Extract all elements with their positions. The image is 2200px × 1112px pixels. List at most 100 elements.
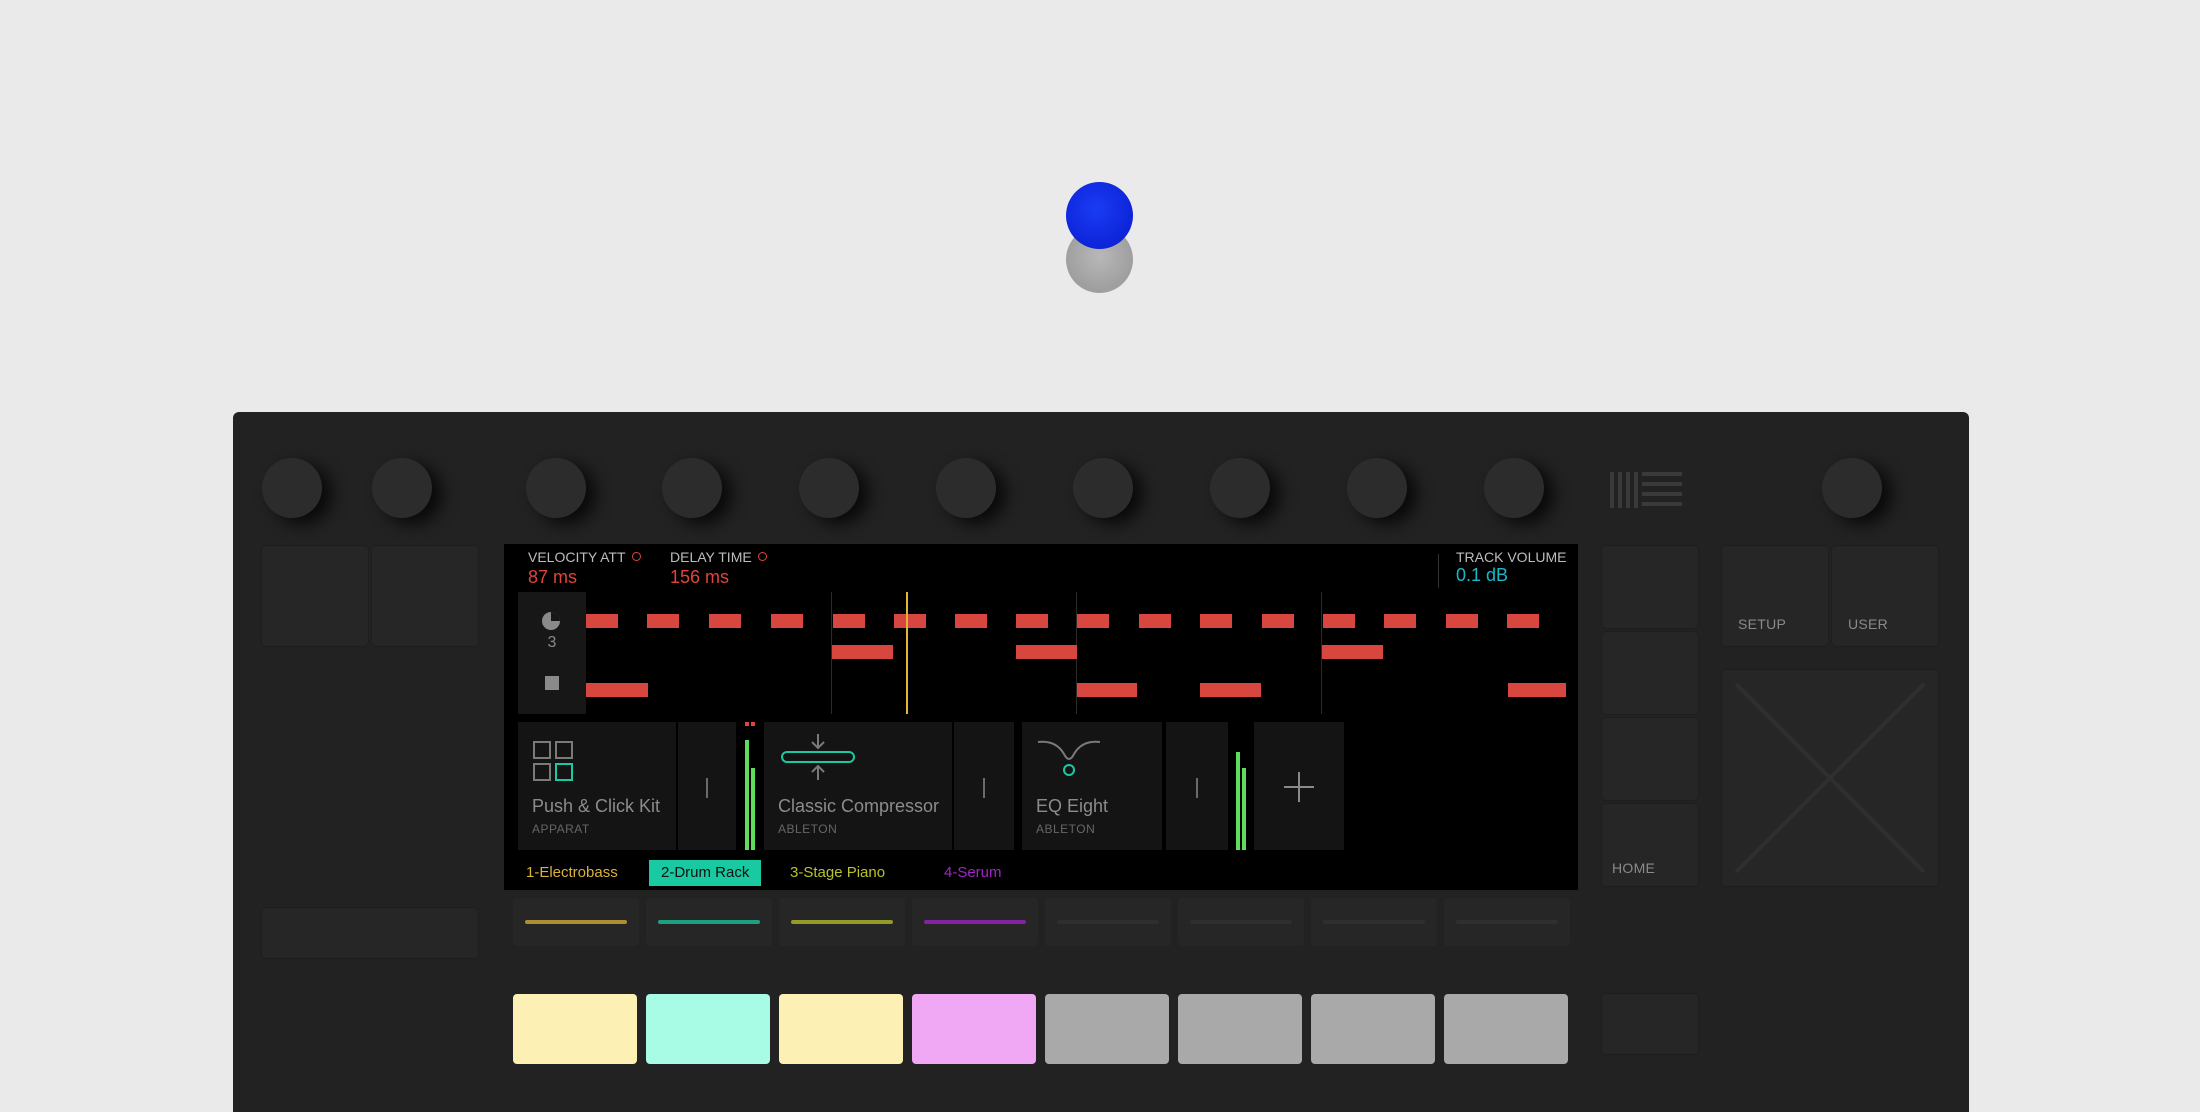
note[interactable] (586, 683, 648, 697)
ableton-logo-icon (1610, 472, 1682, 508)
note[interactable] (1507, 614, 1539, 628)
track-tab[interactable]: 3-Stage Piano (778, 860, 897, 886)
note[interactable] (833, 614, 865, 628)
encoder-8[interactable] (1484, 458, 1544, 518)
param-name: VELOCITY ATT (528, 549, 626, 565)
device-fold-button[interactable] (954, 722, 1014, 850)
right-button-1[interactable] (1602, 546, 1698, 628)
meter-right (1242, 768, 1246, 850)
encoder-5[interactable] (1073, 458, 1133, 518)
divider (1438, 554, 1439, 588)
note[interactable] (709, 614, 741, 628)
drum-pad[interactable] (1178, 994, 1302, 1064)
device-maker: APPARAT (532, 822, 590, 836)
track-tab[interactable]: 2-Drum Rack (649, 860, 762, 886)
note[interactable] (1200, 614, 1232, 628)
note[interactable] (647, 614, 679, 628)
drum-rack-icon (533, 741, 573, 781)
user-label: USER (1848, 616, 1889, 632)
home-button[interactable]: HOME (1602, 804, 1698, 886)
encoder-1[interactable] (526, 458, 586, 518)
left-button-1[interactable] (262, 546, 368, 646)
knob-swing[interactable] (372, 458, 432, 518)
note[interactable] (1139, 614, 1171, 628)
drum-pad[interactable] (1045, 994, 1169, 1064)
note[interactable] (1323, 614, 1355, 628)
param-value: 0.1 dB (1456, 565, 1509, 585)
track-select-button[interactable] (1311, 898, 1437, 946)
encoder-2[interactable] (662, 458, 722, 518)
param-velocity-att[interactable]: VELOCITY ATT 87 ms (528, 549, 641, 588)
drum-pad[interactable] (513, 994, 637, 1064)
meter-left (745, 740, 749, 850)
knob-tempo[interactable] (262, 458, 322, 518)
track-color-line (1190, 920, 1292, 924)
setup-button[interactable]: SETUP (1722, 546, 1828, 646)
note[interactable] (1322, 645, 1383, 659)
drum-pad[interactable] (646, 994, 770, 1064)
device-eq-eight[interactable]: EQ Eight ABLETON (1022, 722, 1162, 850)
note[interactable] (1446, 614, 1478, 628)
track-select-button[interactable] (513, 898, 639, 946)
track-select-button[interactable] (1444, 898, 1570, 946)
note[interactable] (1262, 614, 1294, 628)
encoder-3[interactable] (799, 458, 859, 518)
note[interactable] (1016, 614, 1048, 628)
track-select-button[interactable] (646, 898, 772, 946)
meter-right (751, 768, 755, 850)
track-color-line (791, 920, 893, 924)
track-tab[interactable]: 4-Serum (932, 860, 1014, 886)
note[interactable] (894, 614, 926, 628)
eq-icon (1037, 740, 1101, 776)
note[interactable] (955, 614, 987, 628)
note[interactable] (1077, 614, 1109, 628)
track-select-button[interactable] (779, 898, 905, 946)
note[interactable] (832, 645, 893, 659)
encoder-4[interactable] (936, 458, 996, 518)
encoder-6[interactable] (1210, 458, 1270, 518)
note[interactable] (1016, 645, 1077, 659)
device-title: EQ Eight (1036, 796, 1109, 816)
blue-ball[interactable] (1066, 182, 1133, 249)
param-value: 87 ms (528, 567, 578, 587)
device-classic-compressor[interactable]: Classic Compressor ABLETON (764, 722, 952, 850)
note[interactable] (586, 614, 618, 628)
param-delay-time[interactable]: DELAY TIME 156 ms (670, 549, 767, 588)
track-select-button[interactable] (1178, 898, 1304, 946)
drum-pad[interactable] (1444, 994, 1568, 1064)
add-device-button[interactable] (1254, 722, 1344, 850)
user-button[interactable]: USER (1832, 546, 1938, 646)
touchpad-cross-icon (1734, 682, 1926, 874)
note[interactable] (1508, 683, 1566, 697)
track-select-button[interactable] (912, 898, 1038, 946)
xy-touchpad[interactable] (1722, 670, 1938, 886)
left-button-2[interactable] (372, 546, 478, 646)
loop-icon[interactable] (540, 610, 562, 632)
drum-pad[interactable] (912, 994, 1036, 1064)
right-button-3[interactable] (1602, 718, 1698, 800)
note[interactable] (1077, 683, 1137, 697)
device-fold-button[interactable] (1166, 722, 1228, 850)
left-wide-button[interactable] (262, 908, 478, 958)
device-title: Classic Compressor (778, 796, 940, 816)
track-tab[interactable]: 1-Electrobass (514, 860, 630, 886)
modulation-ring-icon (631, 552, 641, 561)
param-track-volume[interactable]: TRACK VOLUME 0.1 dB (1456, 549, 1566, 586)
device-fold-button[interactable] (678, 722, 736, 850)
note[interactable] (1200, 683, 1261, 697)
device-push-click-kit[interactable]: Push & Click Kit APPARAT (518, 722, 676, 850)
right-bottom-button[interactable] (1602, 994, 1698, 1054)
note[interactable] (771, 614, 803, 628)
note[interactable] (1384, 614, 1416, 628)
master-knob[interactable] (1822, 458, 1882, 518)
encoder-7[interactable] (1347, 458, 1407, 518)
drum-pad[interactable] (1311, 994, 1435, 1064)
track-select-button[interactable] (1045, 898, 1171, 946)
loop-count: 3 (547, 634, 557, 651)
drum-pad[interactable] (779, 994, 903, 1064)
right-button-2[interactable] (1602, 632, 1698, 714)
home-label: HOME (1612, 860, 1656, 876)
device-maker: ABLETON (1036, 822, 1096, 836)
stop-icon[interactable] (545, 676, 559, 690)
track-color-line (658, 920, 760, 924)
